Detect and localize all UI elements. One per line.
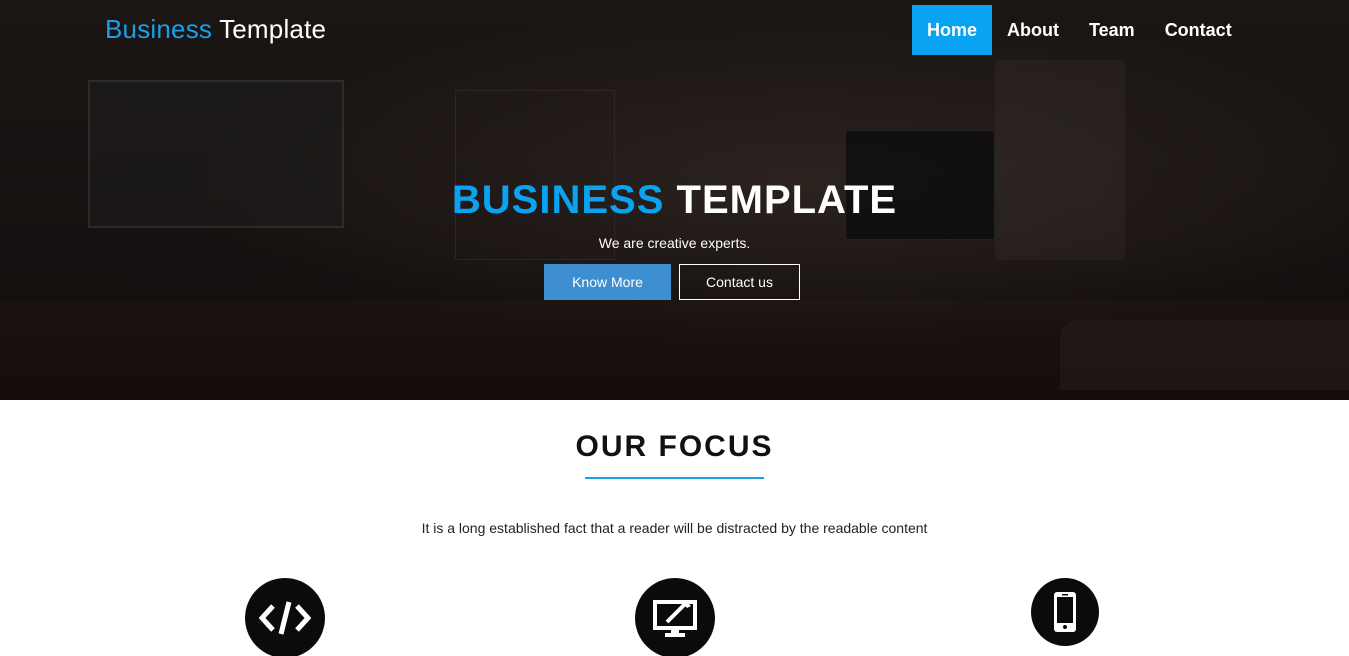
code-icon bbox=[245, 578, 325, 656]
focus-title: OUR FOCUS bbox=[575, 430, 774, 463]
hero-title-part2: TEMPLATE bbox=[664, 178, 898, 222]
monitor-pen-icon bbox=[635, 578, 715, 656]
focus-title-underline bbox=[585, 477, 764, 479]
hero-section: Business Template Home About Team Contac… bbox=[0, 0, 1349, 400]
hero-title-part1: BUSINESS bbox=[451, 178, 665, 222]
know-more-button[interactable]: Know More bbox=[544, 264, 671, 300]
brand-part1: Business bbox=[105, 14, 213, 44]
contact-us-button[interactable]: Contact us bbox=[679, 264, 800, 300]
hero-title: BUSINESS TEMPLATE bbox=[0, 178, 1349, 223]
nav-team[interactable]: Team bbox=[1074, 5, 1150, 55]
brand-logo[interactable]: Business Template bbox=[105, 14, 326, 45]
main-nav: Home About Team Contact bbox=[912, 5, 1247, 55]
nav-about[interactable]: About bbox=[992, 5, 1074, 55]
nav-contact[interactable]: Contact bbox=[1150, 5, 1247, 55]
smartphone-icon bbox=[1031, 578, 1099, 646]
hero-background-sofa bbox=[1060, 320, 1349, 390]
focus-description: It is a long established fact that a rea… bbox=[421, 520, 928, 536]
hero-background-window bbox=[995, 60, 1125, 260]
brand-part2: Template bbox=[212, 14, 327, 44]
nav-home[interactable]: Home bbox=[912, 5, 993, 55]
hero-subtitle: We are creative experts. bbox=[598, 235, 751, 251]
